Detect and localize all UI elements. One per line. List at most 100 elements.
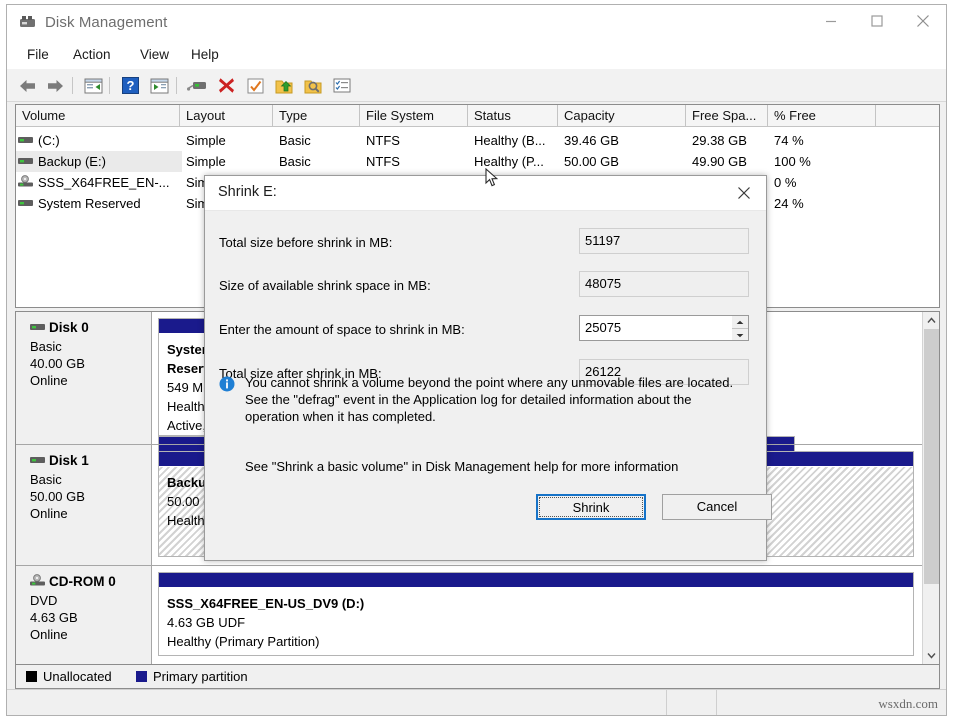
shrink-button[interactable]: Shrink	[536, 494, 646, 520]
quantity-stepper[interactable]	[732, 315, 749, 341]
cell-volume[interactable]: Backup (E:)	[16, 151, 182, 172]
status-cell-1	[7, 690, 667, 715]
column-header-layout[interactable]: Layout	[180, 105, 273, 126]
watermark: wsxdn.com	[878, 696, 938, 712]
column-header-status[interactable]: Status	[468, 105, 558, 126]
properties-icon[interactable]	[185, 74, 209, 97]
chevron-down-icon[interactable]	[923, 647, 939, 664]
legend-item-primary-partition[interactable]: Primary partition	[136, 668, 248, 685]
column-header-capacity[interactable]: Capacity	[558, 105, 686, 126]
legend-item-unallocated[interactable]: Unallocated	[26, 668, 112, 685]
field-label: Enter the amount of space to shrink in M…	[219, 320, 465, 340]
column-header-volume[interactable]: Volume	[16, 105, 180, 126]
shrink-dialog[interactable]: Shrink E: Total size before shrink in MB…	[204, 175, 767, 561]
field-value-available-shrink-space: 48075	[579, 271, 749, 297]
minimize-icon[interactable]	[808, 5, 854, 37]
status-cell-2	[667, 690, 717, 715]
info-text: You cannot shrink a volume beyond the po…	[245, 374, 745, 425]
disk-name-label: CD-ROM 0	[30, 574, 151, 590]
column-header-type[interactable]: Type	[273, 105, 360, 126]
cell-free-space: 29.38 GB	[692, 130, 772, 151]
disk-management-icon	[19, 15, 37, 30]
menu-file[interactable]: File	[20, 45, 56, 65]
cancel-button[interactable]: Cancel	[662, 494, 772, 520]
disk-size-label: 4.63 GB	[30, 609, 151, 626]
maximize-icon[interactable]	[854, 5, 900, 37]
menu-view[interactable]: View	[133, 45, 176, 65]
cdrom-volume-icon	[18, 172, 33, 193]
help-icon[interactable]: ?	[118, 74, 142, 97]
partition-title: SSS_X64FREE_EN-US_DV9 (D:)	[167, 594, 913, 613]
cell-volume-label: Backup (E:)	[38, 154, 106, 169]
forward-arrow-icon[interactable]	[43, 74, 67, 97]
cell-status: Healthy (P...	[474, 151, 562, 172]
disk-state-label: Online	[30, 505, 151, 522]
cell-percent-free: 74 %	[774, 130, 874, 151]
shrink-button-label: Shrink	[539, 497, 643, 517]
delete-icon[interactable]	[214, 74, 238, 97]
volume-icon	[18, 130, 33, 151]
cell-percent-free: 0 %	[774, 172, 874, 193]
spinner-up-icon[interactable]	[732, 316, 748, 329]
column-header-free-space[interactable]: Free Spa...	[686, 105, 768, 126]
disk-row-cdrom[interactable]: CD-ROM 0 DVD 4.63 GB Online SSS_X64FREE_…	[16, 566, 922, 664]
volume-icon	[18, 151, 33, 172]
info-icon	[219, 376, 235, 392]
menu-bar: File Action View Help	[7, 41, 946, 69]
disk-info-1: Disk 1 Basic 50.00 GB Online	[16, 445, 152, 565]
cell-volume[interactable]: (C:)	[16, 130, 182, 151]
menu-action[interactable]: Action	[66, 45, 118, 65]
disk-info-0: Disk 0 Basic 40.00 GB Online	[16, 312, 152, 444]
shrink-amount-input[interactable]: 25075	[579, 315, 749, 341]
disk-name-label: Disk 1	[30, 453, 151, 469]
table-row[interactable]: Backup (E:) Simple Basic NTFS Healthy (P…	[16, 151, 939, 172]
back-arrow-icon[interactable]	[16, 74, 40, 97]
cell-volume[interactable]: SSS_X64FREE_EN-...	[16, 172, 182, 193]
show-hide-console-tree-icon[interactable]	[81, 74, 105, 97]
disk-type-label: Basic	[30, 338, 151, 355]
disk-size-label: 40.00 GB	[30, 355, 151, 372]
disk-partitions-cdrom: SSS_X64FREE_EN-US_DV9 (D:) 4.63 GB UDF H…	[152, 566, 922, 664]
disk-state-label: Online	[30, 626, 151, 643]
cdrom-icon	[30, 574, 45, 589]
spinner-down-icon[interactable]	[732, 329, 748, 341]
show-hide-action-pane-icon[interactable]	[147, 74, 171, 97]
field-total-size-before: Total size before shrink in MB: 51197	[205, 233, 766, 267]
partition-dvd-d[interactable]: SSS_X64FREE_EN-US_DV9 (D:) 4.63 GB UDF H…	[158, 572, 914, 656]
legend: Unallocated Primary partition	[15, 665, 940, 689]
cell-volume[interactable]: System Reserved	[16, 193, 182, 214]
close-icon[interactable]	[900, 5, 946, 37]
disk-name-label: Disk 0	[30, 320, 151, 336]
column-header-file-system[interactable]: File System	[360, 105, 468, 126]
disk-pane-scrollbar[interactable]	[922, 312, 939, 664]
cell-capacity: 50.00 GB	[564, 151, 689, 172]
cell-type: Basic	[279, 151, 364, 172]
partition-bar	[159, 573, 913, 588]
chevron-up-icon[interactable]	[923, 312, 939, 329]
disk-type-label: DVD	[30, 592, 151, 609]
close-icon[interactable]	[722, 176, 766, 210]
partition-size: 4.63 GB UDF	[167, 613, 913, 632]
column-header-percent-free[interactable]: % Free	[768, 105, 876, 126]
title-bar: Disk Management	[7, 5, 946, 41]
legend-swatch-primary	[136, 671, 147, 682]
field-amount-to-shrink: Enter the amount of space to shrink in M…	[205, 320, 766, 354]
cell-percent-free: 100 %	[774, 151, 874, 172]
cell-layout: Simple	[186, 130, 276, 151]
cell-type: Basic	[279, 130, 364, 151]
field-value-total-size-before: 51197	[579, 228, 749, 254]
detail-view-icon[interactable]	[330, 74, 354, 97]
dialog-title: Shrink E:	[218, 184, 277, 200]
column-header-spacer[interactable]	[876, 105, 939, 126]
export-list-icon[interactable]	[272, 74, 296, 97]
toolbar: ?	[7, 69, 946, 102]
cell-volume-label: SSS_X64FREE_EN-...	[38, 175, 170, 190]
disk-icon	[30, 453, 45, 468]
table-row[interactable]: (C:) Simple Basic NTFS Healthy (B... 39.…	[16, 130, 939, 151]
scrollbar-thumb[interactable]	[924, 329, 939, 584]
cell-free-space: 49.90 GB	[692, 151, 772, 172]
volume-list-header: Volume Layout Type File System Status Ca…	[16, 105, 939, 127]
checkmark-task-icon[interactable]	[243, 74, 267, 97]
menu-help[interactable]: Help	[184, 45, 226, 65]
find-icon[interactable]	[301, 74, 325, 97]
